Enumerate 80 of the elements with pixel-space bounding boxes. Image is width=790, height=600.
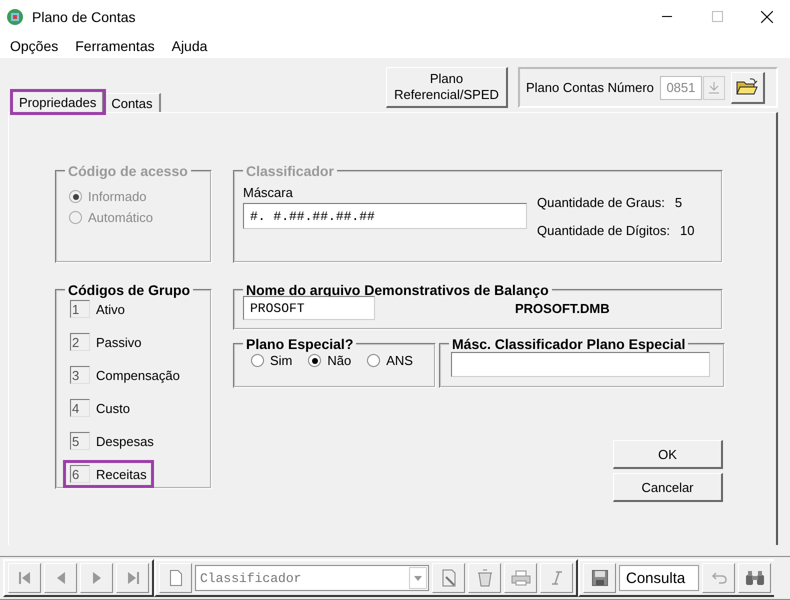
group-label: Receitas: [96, 466, 147, 482]
edit-document-icon: [440, 569, 458, 587]
plan-number-field[interactable]: 0851: [660, 76, 702, 100]
group-title: Códigos de Grupo: [67, 282, 192, 298]
group-label: Custo: [96, 400, 130, 416]
previous-button[interactable]: [44, 563, 77, 593]
group-title: Másc. Classificador Plano Especial: [451, 336, 686, 352]
last-icon: [126, 571, 138, 585]
italic-button[interactable]: [540, 563, 573, 593]
group-title: Nome do arquivo Demonstrativos de Balanço: [245, 282, 550, 298]
code-field[interactable]: 3: [70, 366, 90, 384]
radio-label: Sim: [270, 353, 292, 368]
save-button[interactable]: [583, 563, 616, 593]
download-icon: [708, 82, 719, 94]
edit-document-button[interactable]: [432, 563, 465, 593]
special-mask-field[interactable]: [451, 352, 710, 377]
printer-icon: [510, 570, 530, 586]
menu-item[interactable]: Opções: [10, 38, 58, 54]
radio-label: ANS: [386, 353, 413, 368]
mode-field: Consulta: [619, 565, 699, 591]
group-label: Passivo: [96, 334, 142, 350]
binoculars-icon: [744, 570, 764, 586]
stat-value: 5: [674, 195, 682, 210]
menu-item[interactable]: Ferramentas: [75, 38, 155, 54]
file-name-text: PROSOFT.DMB: [515, 300, 610, 316]
previous-icon: [56, 571, 66, 585]
group-label: Ativo: [96, 302, 125, 316]
folder-button[interactable]: [730, 72, 765, 104]
radio-label: Informado: [88, 189, 147, 204]
mask-field[interactable]: #. #.##.##.##.##: [243, 203, 527, 229]
recycle-bin-button[interactable]: [468, 563, 501, 593]
folder-icon: [736, 78, 758, 96]
radio-button[interactable]: [367, 354, 380, 367]
stat-label: Quantidade de Dígitos:: [537, 223, 670, 238]
last-button[interactable]: [116, 563, 149, 593]
radio-button[interactable]: [251, 354, 264, 367]
menu-item[interactable]: Ajuda: [172, 38, 208, 54]
dropdown-arrow-icon: [414, 576, 422, 580]
download-button[interactable]: [702, 76, 725, 100]
code-field[interactable]: 4: [70, 399, 90, 417]
bin-icon: [476, 569, 494, 587]
radio-label: Não: [327, 353, 352, 368]
plan-number-label: Plano Contas Número: [526, 80, 654, 95]
radio-label: Automático: [88, 210, 154, 225]
new-document-button[interactable]: [159, 563, 192, 593]
code-field[interactable]: 1: [70, 300, 90, 318]
ok-button[interactable]: OK: [613, 440, 723, 469]
code-field[interactable]: 5: [70, 432, 90, 450]
undo-button[interactable]: [702, 563, 735, 593]
next-icon: [92, 571, 102, 585]
first-icon: [18, 571, 30, 585]
cancel-button[interactable]: Cancelar: [613, 473, 723, 502]
undo-icon: [710, 572, 726, 584]
classifier-combo[interactable]: Classificador: [195, 565, 429, 591]
maximize-icon: [712, 11, 722, 22]
group-label: Despesas: [96, 434, 154, 448]
window-title: Plano de Contas: [32, 8, 137, 24]
stat-label: Quantidade de Graus:: [537, 195, 665, 210]
group-label: Compensação: [96, 368, 180, 382]
print-button[interactable]: [504, 563, 537, 593]
group-title: Código de acesso: [67, 163, 189, 179]
document-icon: [170, 570, 182, 586]
tab[interactable]: Contas: [104, 93, 161, 112]
minimize-icon: [662, 16, 672, 17]
first-button[interactable]: [8, 563, 41, 593]
file-name-field[interactable]: PROSOFT: [243, 296, 375, 320]
binoculars-button[interactable]: [738, 563, 771, 593]
app-logo-icon: [6, 8, 24, 26]
italic-icon: [552, 571, 562, 585]
group-title: Classificador: [245, 163, 335, 179]
close-icon: [761, 10, 773, 22]
next-button[interactable]: [80, 563, 113, 593]
reference-plan-button[interactable]: Plano Referencial/SPED: [386, 67, 508, 108]
stat-value: 10: [680, 223, 694, 238]
code-field[interactable]: 2: [70, 333, 90, 351]
group-title: Plano Especial?: [245, 336, 354, 352]
mask-label: Máscara: [243, 185, 294, 200]
code-field[interactable]: 6: [70, 465, 90, 483]
radio-button[interactable]: [308, 354, 322, 367]
tab[interactable]: Propriedades: [12, 91, 104, 113]
